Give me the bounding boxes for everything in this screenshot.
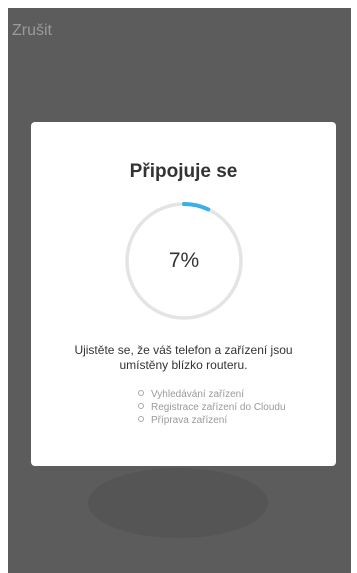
step-item: Příprava zařízení <box>138 414 286 427</box>
connecting-dialog: Připojuje se 7% Ujistěte se, že váš tele… <box>31 122 336 466</box>
background-shape <box>88 468 268 538</box>
cancel-button[interactable]: Zrušit <box>12 22 52 40</box>
dialog-title: Připojuje se <box>129 161 238 182</box>
bullet-icon <box>138 403 144 410</box>
step-label: Vyhledávání zařízení <box>151 389 245 400</box>
bullet-icon <box>138 416 144 423</box>
bullet-icon <box>138 390 144 397</box>
step-label: Příprava zařízení <box>151 415 228 426</box>
step-item: Registrace zařízení do Cloudu <box>138 401 286 414</box>
app-screen: Zrušit Připojuje se 7% Ujistěte se, že v… <box>8 8 351 573</box>
proximity-message: Ujistěte se, že váš telefon a zařízení j… <box>74 343 293 372</box>
step-item: Vyhledávání zařízení <box>138 388 286 401</box>
progress-ring: 7% <box>124 201 244 321</box>
progress-percent: 7% <box>168 249 200 272</box>
step-label: Registrace zařízení do Cloudu <box>151 402 286 413</box>
step-list: Vyhledávání zařízení Registrace zařízení… <box>138 388 286 427</box>
